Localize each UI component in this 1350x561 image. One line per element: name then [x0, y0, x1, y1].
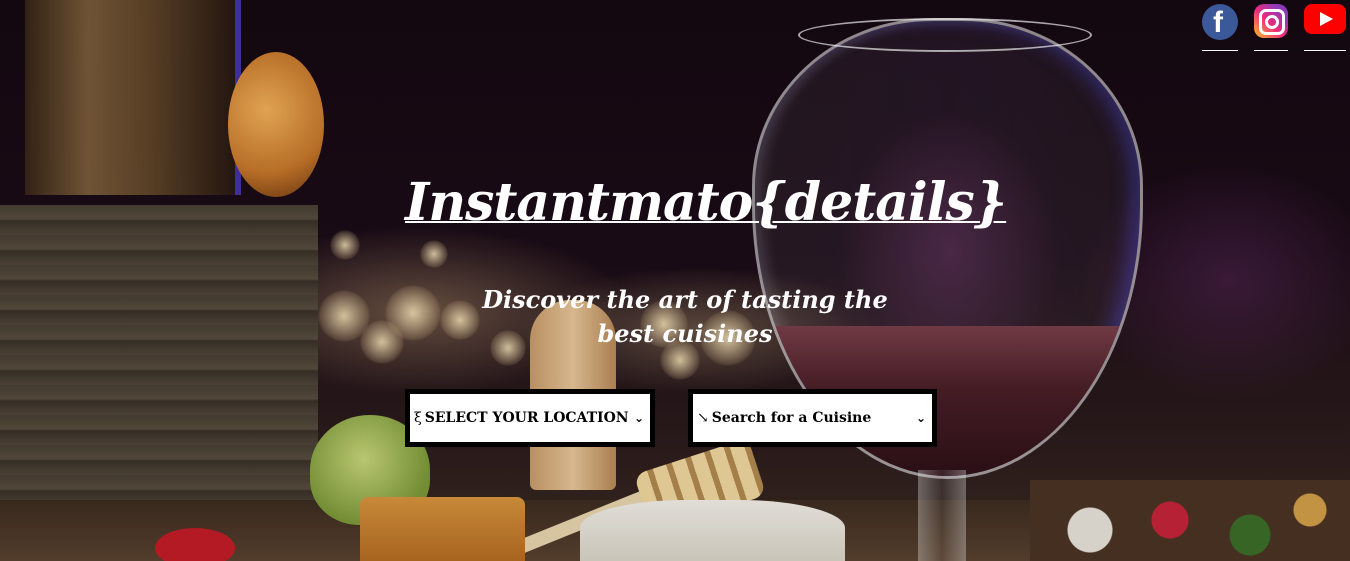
- youtube-icon: [1304, 4, 1346, 34]
- facebook-link[interactable]: [1202, 4, 1238, 51]
- background-overlay: [0, 0, 1350, 561]
- facebook-icon: [1202, 4, 1238, 40]
- cuisine-select[interactable]: ↘ Search for a Cuisine ⌄: [688, 389, 937, 447]
- site-title[interactable]: Instantmato{details}: [405, 172, 1007, 233]
- search-icon: ↘: [697, 410, 709, 426]
- hero-background: Instantmato{details} Discover the art of…: [0, 0, 1350, 561]
- cuisine-select-label: Search for a Cuisine: [711, 410, 872, 426]
- instagram-link[interactable]: [1254, 4, 1288, 51]
- location-select[interactable]: ξ SELECT YOUR LOCATION ⌄: [405, 389, 655, 447]
- chevron-down-icon: ⌄: [915, 411, 926, 425]
- site-tagline: Discover the art of tasting the best cui…: [482, 285, 888, 348]
- social-links: [1202, 4, 1346, 51]
- chevron-down-icon: ⌄: [633, 411, 644, 425]
- location-pin-icon: ξ: [414, 410, 422, 426]
- youtube-link[interactable]: [1304, 4, 1346, 51]
- instagram-icon: [1254, 4, 1288, 38]
- location-select-label: SELECT YOUR LOCATION: [424, 410, 629, 426]
